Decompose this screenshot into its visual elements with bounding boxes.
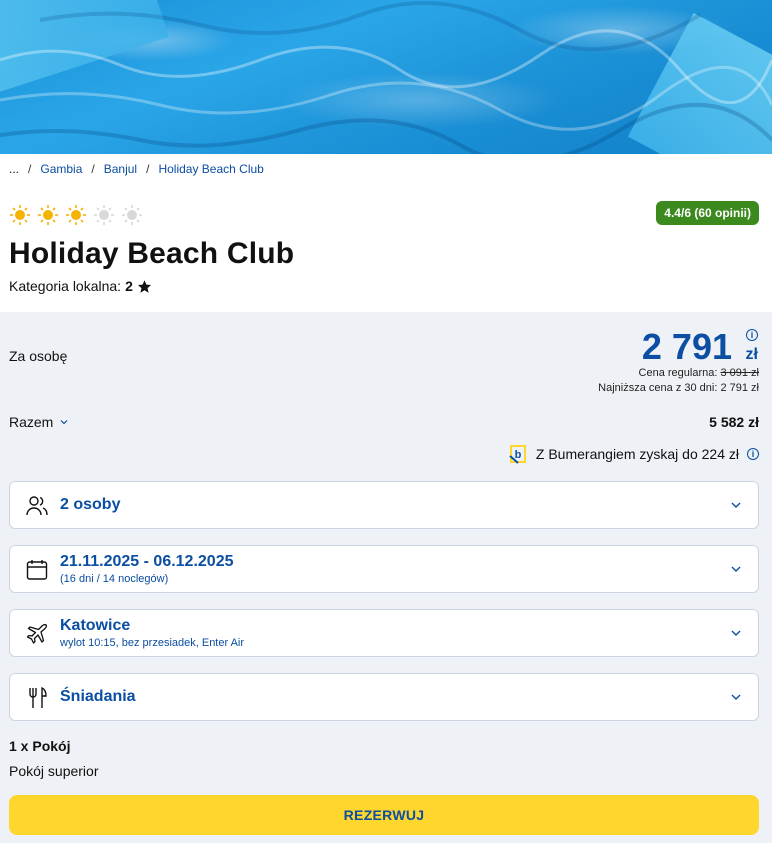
per-person-label: Za osobę <box>9 348 68 364</box>
regular-price-label: Cena regularna: <box>638 367 718 379</box>
persons-value: 2 osoby <box>60 496 121 513</box>
chevron-down-icon <box>731 694 741 700</box>
book-button[interactable]: REZERWUJ <box>9 795 759 835</box>
bumerang-info-icon[interactable]: i <box>747 448 759 460</box>
breadcrumb-ellipsis[interactable]: ... <box>9 162 19 176</box>
flight-select[interactable]: Katowice wylot 10:15, bez przesiadek, En… <box>9 609 759 657</box>
bumerang-text: Z Bumerangiem zyskaj do 224 zł <box>535 446 739 462</box>
breadcrumb-item-hotel[interactable]: Holiday Beach Club <box>158 162 263 176</box>
price-currency: zł <box>745 346 758 363</box>
sun-star-icon <box>10 205 30 225</box>
departure-city: Katowice <box>60 617 131 634</box>
dates-duration: (16 dni / 14 noclegów) <box>60 573 169 585</box>
hotel-name: Holiday Beach Club <box>9 237 295 270</box>
lowest-price: Najniższa cena z 30 dni: 2 791 zł <box>598 382 759 394</box>
breadcrumb-separator: / <box>146 162 150 176</box>
sun-star-icon <box>38 205 58 225</box>
regular-price-value: 3 091 zł <box>720 367 759 379</box>
sun-star-empty-icon <box>122 205 142 225</box>
local-category: Kategoria lokalna: 2 <box>9 278 152 294</box>
users-icon <box>26 496 48 516</box>
total-toggle[interactable]: Razem <box>9 414 69 430</box>
bumerang-logo-icon: b <box>509 445 526 464</box>
flight-details: wylot 10:15, bez przesiadek, Enter Air <box>60 637 245 649</box>
dates-select[interactable]: 21.11.2025 - 06.12.2025 (16 dni / 14 noc… <box>9 545 759 593</box>
plane-icon <box>26 623 47 644</box>
calendar-icon <box>26 560 48 580</box>
price-info-icon[interactable]: i <box>746 329 758 341</box>
breadcrumb: ... / Gambia / Banjul / Holiday Beach Cl… <box>9 162 264 176</box>
bumerang-promo: b Z Bumerangiem zyskaj do 224 zł i <box>508 444 759 464</box>
regular-price: Cena regularna: 3 091 zł <box>639 367 759 379</box>
hero-image <box>0 0 772 154</box>
chevron-down-icon <box>731 566 741 572</box>
board-value: Śniadania <box>60 688 136 705</box>
cutlery-icon <box>29 686 47 708</box>
category-label: Kategoria lokalna: <box>9 278 122 294</box>
board-select[interactable]: Śniadania <box>9 673 759 721</box>
star-icon <box>137 279 151 293</box>
sun-star-empty-icon <box>94 205 114 225</box>
rating-badge[interactable]: 4.4/6 (60 opinii) <box>656 201 759 225</box>
breadcrumb-separator: / <box>91 162 95 176</box>
total-value: 5 582 zł <box>709 414 759 430</box>
chevron-down-icon <box>731 502 741 508</box>
breadcrumb-separator: / <box>28 162 32 176</box>
breadcrumb-item-banjul[interactable]: Banjul <box>104 162 137 176</box>
water-ripples <box>0 1 772 154</box>
total-label: Razem <box>9 414 54 430</box>
breadcrumb-item-gambia[interactable]: Gambia <box>40 162 82 176</box>
persons-select[interactable]: 2 osoby <box>9 481 759 529</box>
dates-value: 21.11.2025 - 06.12.2025 <box>60 553 234 570</box>
room-type: Pokój superior <box>9 763 99 779</box>
room-count: 1 x Pokój <box>9 738 71 754</box>
hotel-stars <box>9 204 143 226</box>
sun-star-icon <box>66 205 86 225</box>
price-per-person: 2 791 <box>641 326 732 367</box>
chevron-down-icon <box>731 630 741 636</box>
chevron-down-icon <box>60 420 68 425</box>
svg-text:b: b <box>515 449 522 461</box>
category-value: 2 <box>125 278 133 294</box>
